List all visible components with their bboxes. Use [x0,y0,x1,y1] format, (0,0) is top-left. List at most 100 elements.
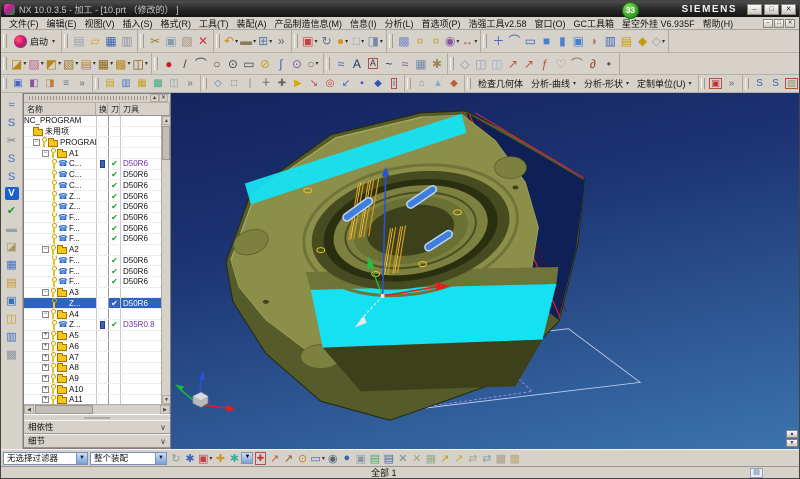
comet-icon[interactable]: ▶ [290,77,306,91]
half-shade-icon[interactable]: ◧ [26,77,42,91]
menu-item[interactable]: 文件(F) [5,17,43,30]
cam-operation-icon[interactable]: ◫▾ [132,56,149,72]
scroll-down-button[interactable]: ▼ [162,395,170,404]
overflow-icon[interactable]: » [74,77,90,91]
tree-row[interactable]: +A5 [24,331,161,342]
selection-filter-value[interactable]: 无选择过滤器 [4,452,76,464]
overflow-icon[interactable]: » [182,77,198,91]
dropdown-arrow-icon[interactable]: ▼ [76,453,87,464]
subtract-icon[interactable]: ◆ [634,33,650,50]
iso-view-icon[interactable]: ◇ [210,77,226,91]
center-icon[interactable]: ⊙ [295,451,309,466]
assembly-icon[interactable]: ▦ [134,77,150,91]
spline-s-icon[interactable]: S [768,77,784,91]
selection-scope-combo[interactable]: 整个装配 ▼ [90,452,167,465]
line-icon[interactable]: / [177,56,193,72]
layer-icon[interactable]: ▩ [396,33,412,50]
grip-dots[interactable] [29,96,147,100]
spline-s-icon[interactable]: S [752,77,768,91]
select-box-icon[interactable]: ▣▾ [197,451,213,466]
ellipse-icon[interactable]: ○▾ [305,56,321,72]
menu-item[interactable]: 编辑(E) [43,17,81,30]
mirror-icon[interactable]: ◫ [489,56,505,72]
arc-icon[interactable]: ⌒ [506,33,522,50]
expand-node-icon[interactable]: + [42,343,49,350]
program-order-icon[interactable]: S [4,151,20,166]
vector-icon[interactable]: ↗ [267,451,281,466]
redo-icon[interactable]: ▬▾ [239,33,257,50]
grid-icon[interactable]: ▦ [424,451,438,466]
ball-icon[interactable]: ● [340,451,354,466]
expand-node-icon[interactable]: + [42,354,49,361]
spin-down-button[interactable]: ▼ [786,439,798,447]
tree-node-label[interactable]: F... [69,256,80,265]
tree-row[interactable]: +A10 [24,384,161,395]
wave-icon[interactable]: ≈ [333,56,349,72]
tree-node-label[interactable]: A4 [69,310,79,319]
arrow-icon[interactable]: ↗ [438,451,452,466]
viewport-spin-buttons[interactable]: ▲ ▼ [786,430,798,447]
point-icon[interactable]: ＋ [258,77,274,91]
tree-row[interactable]: ☎C... ✔ D50R6 [24,180,161,191]
tree-row[interactable]: −A1 [24,148,161,159]
rectangle-icon[interactable]: ▭ [241,56,257,72]
rotate-view-icon[interactable]: ↻ [319,33,335,50]
pattern-icon[interactable]: ▥ [602,33,618,50]
tree-row[interactable]: ☎Z... ✔ D50R6 [24,191,161,202]
tree-node-label[interactable]: Z... [69,202,81,211]
3d-scene[interactable] [171,93,799,449]
tree-row[interactable]: ☎F... ✔ D50R6 [24,213,161,224]
tree-row[interactable]: +A9 [24,374,161,385]
arrow-icon[interactable]: ↗ [452,451,466,466]
subpanel-dependencies[interactable]: 相依性∨ [24,420,170,434]
snap-point-icon[interactable]: ✱ [227,451,241,466]
cut-icon[interactable]: ✂ [4,133,20,148]
hatch-icon[interactable]: ▩ [4,347,20,362]
half-shade-icon[interactable]: ◨ [42,77,58,91]
boss-icon[interactable]: ▣ [570,33,586,50]
cam-operation-icon[interactable]: ▤▾ [79,56,96,72]
scroll-right-button[interactable]: ▶ [160,405,170,414]
close-button[interactable]: ✕ [781,4,796,15]
dropdown-arrow-icon[interactable]: ▼ [242,453,252,463]
collapse-node-icon[interactable]: − [33,139,40,146]
collapse-node-icon[interactable]: − [42,311,49,318]
section-curve-icon[interactable]: ∂ [585,56,601,72]
undo-icon[interactable]: ↶▾ [223,33,239,50]
touch-mode-icon[interactable]: ⊞▾ [257,33,273,50]
rect-select-icon[interactable]: ▭▾ [309,451,325,466]
tree-row[interactable]: +A8 [24,363,161,374]
refresh-icon[interactable]: ↻ [169,451,183,466]
tree-vertical-scrollbar[interactable]: ▲ ▼ [161,116,170,404]
panel-splitter[interactable] [24,414,170,420]
key-icon[interactable]: ¤ [428,33,444,50]
check-icon[interactable]: ✔ [4,203,20,218]
swap-icon[interactable]: ⇄ [466,451,480,466]
bar-icon[interactable]: ▬ [4,221,20,236]
expand-node-icon[interactable]: + [42,332,49,339]
collapse-node-icon[interactable]: − [42,150,49,157]
chevron-down-icon[interactable]: ∨ [160,423,166,432]
menu-item[interactable]: GC工具箱 [570,17,619,30]
column-name[interactable]: 名称 [24,103,96,115]
cam-operation-icon[interactable]: ◩▾ [45,56,62,72]
divider-icon[interactable]: | [242,77,258,91]
project-icon[interactable]: ◇ [457,56,473,72]
expand-node-icon[interactable]: + [42,396,49,403]
cam-operation-icon[interactable]: ◪▾ [10,56,27,72]
cam-operation-icon[interactable]: ▨▾ [27,56,44,72]
tree-horizontal-scrollbar[interactable]: ◀ ▶ [24,404,170,414]
menu-item[interactable]: 产品制造信息(M) [271,17,347,30]
hatch-icon[interactable]: ▩ [494,451,508,466]
doc-restore-button[interactable]: □ [774,19,784,28]
tree-node-label[interactable]: A7 [69,353,79,362]
snap-icon[interactable]: ✱ [183,451,197,466]
tree-row[interactable]: ☎Z... ✔ D35R0.8 [24,320,161,331]
v-logo-icon[interactable]: V [5,187,19,200]
cross-icon[interactable]: ✕ [396,451,410,466]
menu-item[interactable]: 格式(R) [157,17,196,30]
more-icon[interactable]: ◇▾ [650,33,666,50]
table-icon[interactable]: ▤ [382,451,396,466]
chevron-down-icon[interactable]: ∨ [160,437,166,446]
tree-node-label[interactable]: A10 [69,385,83,394]
